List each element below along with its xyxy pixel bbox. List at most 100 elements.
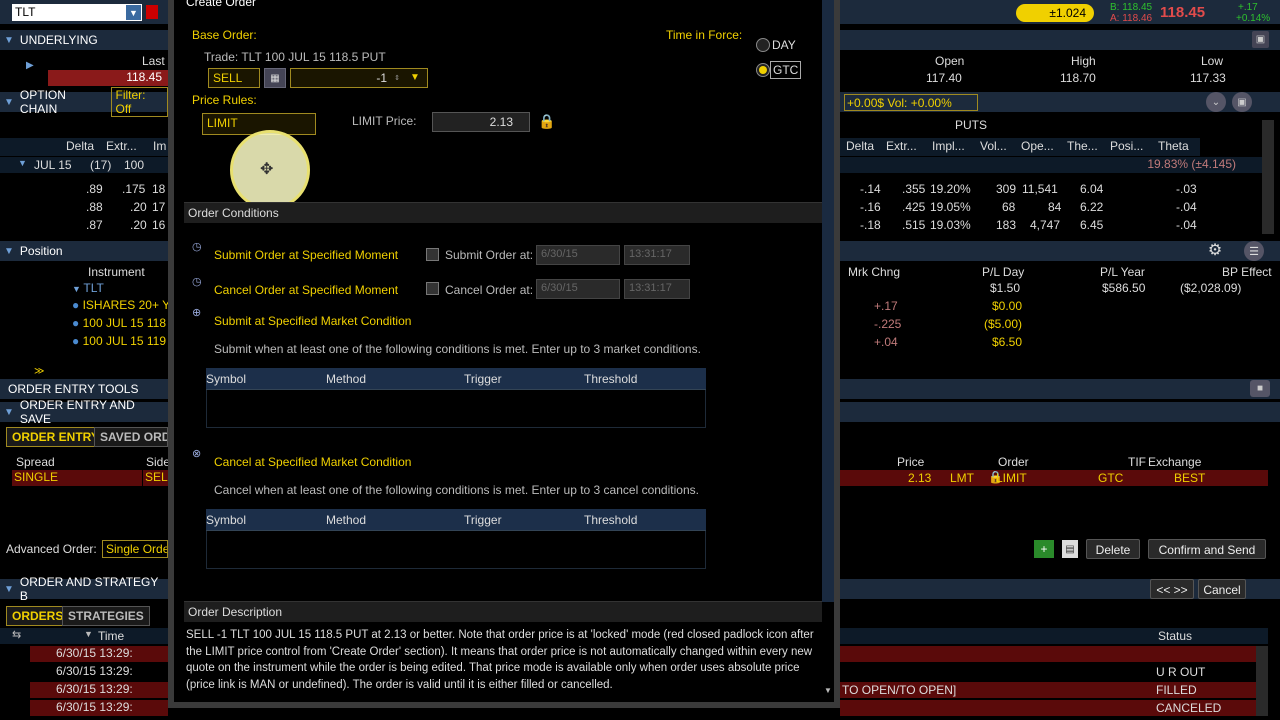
position-row[interactable]: ● ISHARES 20+ Y [72, 298, 170, 312]
dialog-title: Create Order [186, 0, 257, 9]
conditions-section-header: Order Conditions [184, 202, 822, 223]
bp-effect-label: BP Effect [1222, 265, 1272, 279]
limit-price-input[interactable]: 2.13 [432, 112, 530, 132]
clipboard-icon[interactable]: ▤ [1062, 540, 1078, 558]
chain-left-row[interactable]: .89 .175 18 [58, 182, 168, 198]
expand-icon[interactable]: ▶ [26, 60, 34, 71]
submit-at-checkbox[interactable] [426, 248, 439, 261]
chain-right-row[interactable]: -.14 .355 19.20% 309 11,541 6.04 -.03 [840, 182, 1200, 198]
side-select[interactable]: SEL [143, 470, 168, 486]
submit-market-option[interactable]: Submit at Specified Market Condition [214, 314, 411, 328]
side-label: Side [146, 455, 171, 469]
tab-strategies[interactable]: STRATEGIES [62, 606, 150, 626]
order-row[interactable]: 6/30/15 13:29: [30, 664, 168, 680]
order-entry-band [840, 402, 1280, 422]
high-label: High [1071, 54, 1096, 68]
underlying-last-label: Last [142, 54, 165, 68]
order-row[interactable]: 6/30/15 13:29: [30, 646, 168, 662]
confirm-send-button[interactable]: Confirm and Send [1148, 539, 1266, 559]
cell: 183 [996, 218, 1017, 232]
tif-day-radio[interactable] [756, 38, 770, 52]
chain-filter-right[interactable]: +0.00$ Vol: +0.00% [844, 94, 978, 111]
time-in-force-label: Time in Force: [666, 28, 743, 42]
nav-button[interactable]: << >> [1150, 579, 1194, 599]
col-extr: Extr... [106, 139, 137, 153]
cancel-conditions-table[interactable] [206, 531, 706, 569]
chain-left-row[interactable]: .87 .20 16 [58, 218, 168, 234]
cell: .89 [86, 182, 103, 196]
chain-left-row[interactable]: .88 .20 17 [58, 200, 168, 216]
gear-icon[interactable]: ⚙ [1206, 240, 1224, 260]
delta-badge[interactable]: ±1.024 [1016, 4, 1094, 22]
order-row-bar[interactable]: 2.13 LMT 🔒 LIMIT GTC BEST [840, 470, 1268, 486]
tab-order-entry[interactable]: ORDER ENTRY [6, 427, 105, 447]
tab-saved-orders[interactable]: SAVED ORD [94, 427, 168, 447]
cell: -.16 [860, 200, 881, 214]
submit-date-input[interactable]: 6/30/15 [536, 245, 620, 265]
tab-orders[interactable]: ORDERS [6, 606, 70, 626]
camera-icon[interactable]: ■ [1250, 380, 1270, 397]
submit-market-icon: ⊕ [192, 307, 202, 319]
dialog-scrollbar[interactable] [822, 0, 834, 602]
position-mrk: -.225 [874, 317, 902, 331]
order-row-right[interactable]: TO OPEN/TO OPEN] FILLED [840, 682, 1256, 698]
submit-time-input[interactable]: 13:31:17 [624, 245, 690, 265]
cell: -.18 [860, 218, 881, 232]
lock-icon[interactable]: 🔒 [538, 113, 555, 130]
position-row[interactable]: ● 100 JUL 15 119 [72, 334, 166, 348]
cancel-at-checkbox[interactable] [426, 282, 439, 295]
spread-select[interactable]: SINGLE [12, 470, 142, 486]
submit-conditions-table[interactable] [206, 390, 706, 428]
open-label: Open [935, 54, 965, 68]
quantity-input[interactable]: -1 [290, 68, 428, 88]
orders-scrollbar[interactable] [1256, 646, 1268, 716]
cancel-moment-option[interactable]: Cancel Order at Specified Moment [214, 283, 398, 297]
order-row-right[interactable]: U R OUT [840, 664, 1256, 680]
chain-scrollbar[interactable] [1262, 120, 1274, 234]
order-row-right[interactable]: CANCELED [840, 700, 1256, 716]
chain-right-row[interactable]: -.18 .515 19.03% 183 4,747 6.45 -.04 [840, 218, 1200, 234]
symbol-input[interactable]: TLT [12, 4, 142, 21]
open-value: 117.40 [926, 71, 962, 85]
position-pl: $6.50 [992, 335, 1023, 349]
group-label: TLT [83, 281, 104, 295]
chevron-down-icon[interactable]: ▼ [410, 72, 420, 83]
order-type: LIMIT [996, 471, 1027, 485]
chain-right-row[interactable]: -.16 .425 19.05% 68 84 6.22 -.04 [840, 200, 1200, 216]
order-row[interactable]: 6/30/15 13:29: [30, 682, 168, 698]
position-name: ISHARES 20+ Y [82, 298, 171, 312]
cancel-time-input[interactable]: 13:31:17 [624, 279, 690, 299]
add-order-icon[interactable]: + [1034, 540, 1054, 558]
chevron-down-icon[interactable]: ⌄ [1206, 92, 1226, 112]
cancel-at-label: Cancel Order at: [445, 283, 534, 297]
tif-gtc-radio[interactable] [756, 63, 770, 77]
expiry-row[interactable]: ▼ JUL 15 (17) 100 [0, 157, 168, 173]
order-status: FILLED [1156, 683, 1197, 697]
order-row-right[interactable] [840, 646, 1256, 662]
order-exchange: BEST [1174, 471, 1206, 485]
pl-year-label: P/L Year [1100, 265, 1145, 279]
submit-clock-icon: ◷ [192, 241, 202, 253]
position-group[interactable]: ▼ TLT [72, 281, 104, 295]
position-row[interactable]: ● 100 JUL 15 118 [72, 316, 166, 330]
cancel-market-option[interactable]: Cancel at Specified Market Condition [214, 455, 411, 469]
collapse-icon[interactable]: ≫ [34, 366, 44, 377]
filter-box[interactable]: Filter: Off [111, 87, 168, 117]
settings-box-icon[interactable]: ▣ [1252, 31, 1269, 48]
quantity-stepper-icon[interactable]: ⇕ [392, 70, 402, 86]
bid-quote: B: 118.45 [1110, 2, 1153, 13]
submit-moment-option[interactable]: Submit Order at Specified Moment [214, 248, 398, 262]
menu-icon[interactable]: ☰ [1244, 241, 1264, 261]
advanced-order-select[interactable]: Single Orde [102, 540, 168, 558]
pl-day-label: P/L Day [982, 265, 1025, 279]
calculator-icon[interactable]: ▦ [264, 68, 286, 88]
symbol-dropdown-icon[interactable]: ▼ [126, 5, 141, 20]
delete-button[interactable]: Delete [1086, 539, 1140, 559]
side-select[interactable]: SELL [208, 68, 260, 88]
position-title: Position [19, 244, 63, 258]
cancel-date-input[interactable]: 6/30/15 [536, 279, 620, 299]
cancel-order-button[interactable]: Cancel [1198, 579, 1246, 599]
order-row[interactable]: 6/30/15 13:29: [30, 700, 168, 716]
window-icon[interactable]: ▣ [1232, 92, 1252, 112]
scroll-down-icon[interactable]: ▼ [822, 684, 834, 696]
